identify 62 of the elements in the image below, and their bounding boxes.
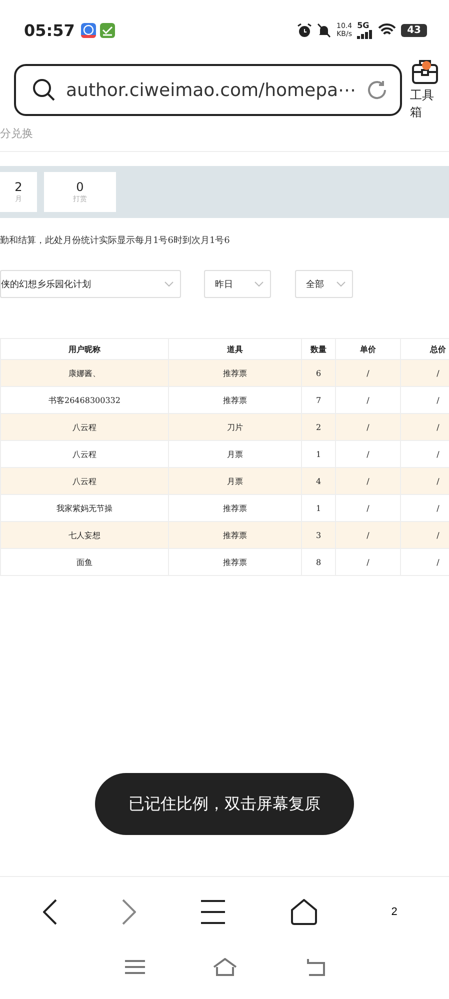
- reload-icon[interactable]: [366, 79, 388, 101]
- chevron-down-icon: [164, 281, 174, 287]
- menu-icon: [201, 900, 226, 924]
- address-bar[interactable]: author.ciweimao.com/homepa⋯: [14, 64, 402, 116]
- chevron-left-icon: [42, 899, 57, 925]
- back-button[interactable]: [42, 899, 57, 925]
- search-icon: [32, 78, 56, 102]
- stat-value: 0: [76, 180, 84, 194]
- table-cell: 八云程: [0, 414, 168, 440]
- toolbox-label: 工具箱: [410, 87, 436, 121]
- table-cell: /: [400, 522, 449, 548]
- clock-time: 05:57: [24, 20, 75, 40]
- table-cell: 2: [302, 414, 336, 440]
- table-cell: /: [336, 522, 400, 548]
- table-cell: /: [400, 468, 449, 494]
- table-cell: /: [400, 360, 449, 386]
- recent-apps-button[interactable]: [124, 958, 144, 976]
- table-cell: /: [336, 548, 400, 576]
- home-icon: [212, 958, 236, 976]
- battery-level: 43: [401, 24, 427, 36]
- table-cell: 4: [302, 468, 336, 494]
- forward-button[interactable]: [122, 899, 136, 925]
- chevron-right-icon: [122, 899, 136, 925]
- menu-icon: [124, 960, 144, 974]
- table-cell: 推荐票: [168, 360, 302, 386]
- network-type: 5G: [357, 22, 370, 30]
- table-cell: 3: [302, 522, 336, 548]
- table-cell: 8: [302, 548, 336, 576]
- column-header: 道具: [168, 338, 302, 360]
- table-cell: 七人妄想: [0, 522, 168, 548]
- table-cell: 月票: [168, 468, 302, 494]
- table-cell: /: [336, 468, 400, 494]
- home-button[interactable]: [290, 899, 317, 925]
- signal-icon: [357, 30, 374, 38]
- toolbox-icon[interactable]: [410, 59, 439, 85]
- table-cell: 面鱼: [0, 548, 168, 576]
- filter-dropdown[interactable]: 侠的幻想乡乐园化计划: [0, 270, 181, 298]
- table-cell: 刀片: [168, 414, 302, 440]
- table-cell: /: [400, 414, 449, 440]
- table-cell: /: [336, 414, 400, 440]
- notice-text: 勤和结算，此处月份统计实际显示每月1号6时到次月1号6: [0, 234, 231, 247]
- k-app-icon: [80, 22, 96, 38]
- stat-value: 2: [14, 180, 22, 194]
- column-header: 用户昵称: [0, 338, 168, 360]
- table-cell: 6: [302, 360, 336, 386]
- menu-button[interactable]: [201, 900, 226, 924]
- home-icon: [290, 899, 317, 925]
- table-cell: 康娜酱、: [0, 360, 168, 386]
- toast-message: 已记住比例，双击屏幕复原: [95, 773, 354, 835]
- table-cell: 推荐票: [168, 548, 302, 576]
- table-cell: /: [336, 360, 400, 386]
- muted-bell-icon: [317, 22, 332, 38]
- chevron-down-icon: [254, 281, 264, 287]
- chevron-down-icon: [336, 281, 346, 287]
- tab-count-button[interactable]: 2: [382, 900, 406, 924]
- table-cell: 八云程: [0, 468, 168, 494]
- alarm-clock-icon: [297, 22, 312, 38]
- filter-dropdown[interactable]: 全部: [295, 270, 353, 298]
- table-cell: 推荐票: [168, 522, 302, 548]
- filter-dropdown[interactable]: 昨日: [204, 270, 271, 298]
- checkmark-app-icon: [100, 22, 115, 38]
- wifi-icon: [378, 23, 396, 37]
